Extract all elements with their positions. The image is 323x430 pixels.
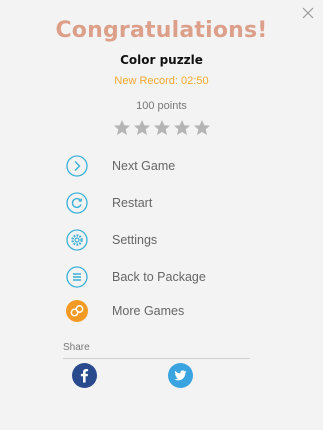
star-rating [112,118,212,138]
share-label: Share [63,342,90,353]
game-name: Color puzzle [120,53,203,67]
settings-label: Settings [112,233,158,247]
star-icon [112,118,132,138]
facebook-icon [72,363,97,388]
back-to-package-button[interactable]: Back to Package [64,266,264,292]
star-icon [192,118,212,138]
next-game-button[interactable]: Next Game [64,155,264,181]
back-to-package-label: Back to Package [112,270,206,284]
share-divider [63,358,250,359]
star-icon [172,118,192,138]
star-icon [132,118,152,138]
gear-icon [66,229,88,251]
points-text: 100 points [136,100,187,112]
star-icon [152,118,172,138]
facebook-share-button[interactable] [72,363,97,388]
twitter-icon [168,363,193,388]
list-icon [66,266,88,288]
gamepad-icon [66,300,88,322]
new-record-text: New Record: 02:50 [114,75,209,87]
restart-icon [66,192,88,214]
more-games-label: More Games [112,304,185,318]
settings-button[interactable]: Settings [64,229,264,255]
twitter-share-button[interactable] [168,363,193,388]
restart-button[interactable]: Restart [64,192,264,218]
next-game-label: Next Game [112,159,176,173]
next-arrow-icon [66,155,88,177]
more-games-button[interactable]: More Games [64,300,264,326]
page-title: Congratulations! [55,18,268,43]
restart-label: Restart [112,196,153,210]
